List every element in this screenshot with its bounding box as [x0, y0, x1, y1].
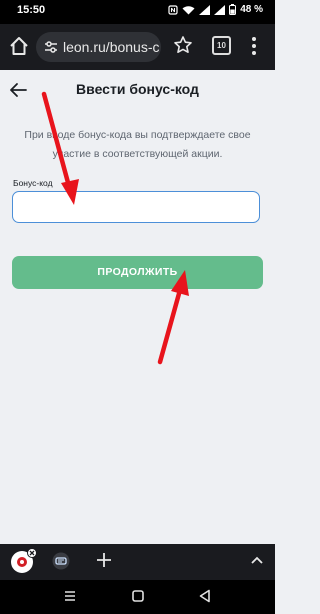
status-time: 15:50 — [17, 4, 46, 16]
page-title: Ввести бонус-код — [76, 81, 199, 97]
status-icons: 48 % — [168, 4, 263, 15]
description-text: При вводе бонус-кода вы подтверждаете св… — [24, 129, 251, 160]
recents-icon[interactable] — [63, 588, 77, 604]
nfc-icon — [168, 4, 178, 15]
continue-button[interactable]: ПРОДОЛЖИТЬ — [12, 256, 263, 289]
bookmark-star-icon[interactable] — [173, 35, 193, 55]
site-settings-icon[interactable] — [44, 40, 58, 54]
tab-switcher-button[interactable]: 10 — [212, 36, 231, 55]
status-bar: 15:50 48 % — [0, 0, 275, 24]
bonus-code-page: Ввести бонус-код При вводе бонус-кода вы… — [0, 70, 275, 544]
home-nav-icon[interactable] — [131, 588, 145, 604]
battery-percent: 48 % — [240, 4, 263, 15]
system-nav-bar — [0, 580, 275, 614]
more-menu-icon[interactable] — [251, 36, 257, 56]
soccer-ball-tab-icon[interactable] — [10, 548, 36, 574]
battery-icon — [229, 4, 237, 15]
address-bar[interactable]: leon.ru/bonus-c — [36, 32, 161, 62]
url-text: leon.ru/bonus-c — [63, 39, 160, 55]
app-tab-icon[interactable] — [52, 552, 70, 570]
bonus-code-label: Бонус-код — [13, 178, 53, 188]
wifi-icon — [182, 5, 195, 14]
chevron-up-icon[interactable] — [250, 554, 264, 566]
signal-icon — [214, 4, 226, 15]
browser-bottom-bar — [0, 544, 275, 580]
back-nav-icon[interactable] — [198, 588, 212, 604]
bonus-code-input[interactable] — [12, 191, 260, 223]
home-icon[interactable] — [8, 35, 30, 57]
signal-icon — [199, 4, 211, 15]
new-tab-plus-icon[interactable] — [96, 552, 112, 568]
browser-toolbar: leon.ru/bonus-c 10 — [0, 24, 275, 70]
